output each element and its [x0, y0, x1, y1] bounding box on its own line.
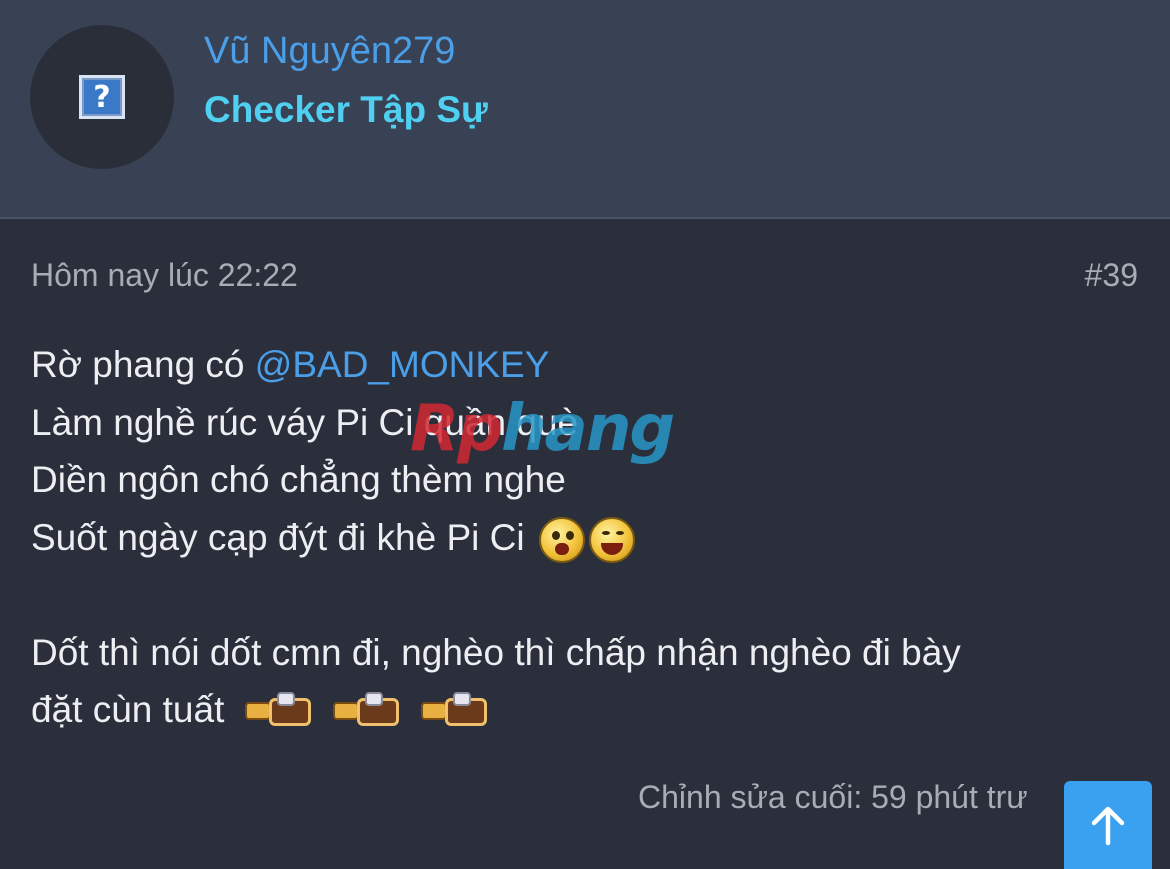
- post-body: Rờ phang có @BAD_MONKEY Làm nghề rúc váy…: [31, 336, 1141, 739]
- avatar[interactable]: ?: [30, 25, 174, 169]
- post-author-header: ? Vũ Nguyên279 Checker Tập Sự: [0, 0, 1170, 219]
- post-line: Rờ phang có @BAD_MONKEY: [31, 336, 1141, 394]
- post-timestamp[interactable]: Hôm nay lúc 22:22: [31, 257, 298, 294]
- post-line: Làm nghề rúc váy Pi Ci quần què: [31, 401, 579, 443]
- post-line-text: Rờ phang có: [31, 344, 255, 385]
- username[interactable]: Vũ Nguyên279: [204, 30, 455, 73]
- arrow-up-icon: [1091, 806, 1125, 846]
- emoticon-sprite-icon: [243, 692, 323, 732]
- post-content: Hôm nay lúc 22:22 #39 Rờ phang có @BAD_M…: [0, 221, 1170, 869]
- post-line-text: đặt cùn tuất: [31, 689, 225, 730]
- user-mention-link[interactable]: @BAD_MONKEY: [255, 344, 550, 385]
- emoticon-sprite-icon: [331, 692, 411, 732]
- smiley-laughing-icon: [588, 516, 635, 563]
- user-title: Checker Tập Sự: [204, 89, 488, 130]
- emoticon-sprite-icon: [419, 692, 499, 732]
- post-line: Diền ngôn chó chẳng thèm nghe: [31, 459, 566, 500]
- post-line: Suốt ngày cạp đýt đi khè Pi Ci: [31, 509, 1141, 567]
- post-number[interactable]: #39: [1085, 257, 1138, 294]
- post-line: đặt cùn tuất: [31, 681, 1141, 739]
- scroll-to-top-button[interactable]: [1064, 781, 1152, 869]
- post-line: Dốt thì nói dốt cmn đi, nghèo thì chấp n…: [31, 631, 961, 673]
- last-edited-note: Chỉnh sửa cuối: 59 phút trư: [638, 779, 1028, 815]
- unknown-avatar-icon: ?: [79, 75, 125, 119]
- smiley-thinking-icon: [538, 516, 585, 563]
- post-line-text: Suốt ngày cạp đýt đi khè Pi Ci: [31, 516, 525, 558]
